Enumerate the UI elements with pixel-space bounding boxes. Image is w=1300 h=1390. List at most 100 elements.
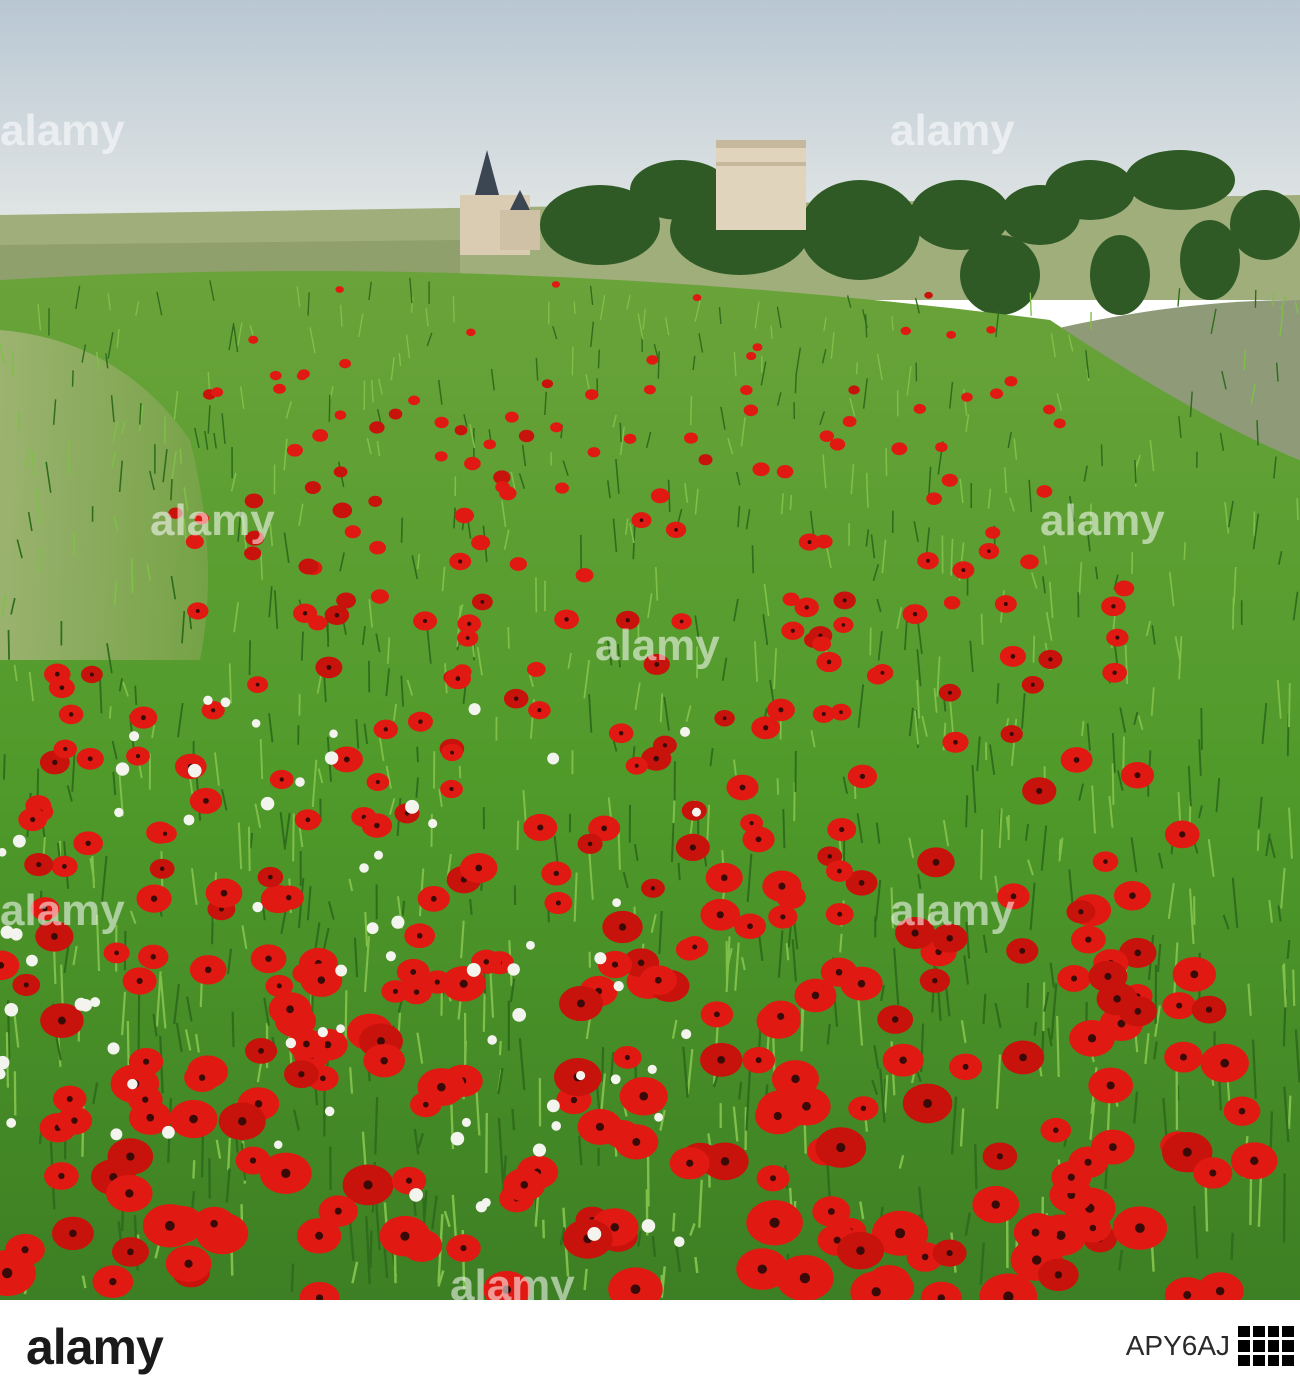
daisy-flower — [641, 1219, 656, 1233]
poppy-center — [601, 825, 608, 832]
poppy-flower — [900, 326, 911, 336]
poppy-center — [778, 882, 786, 890]
poppy-flower — [369, 540, 386, 555]
poppy-center — [142, 1096, 149, 1103]
poppy-center — [220, 889, 228, 897]
poppy-center — [303, 1040, 310, 1048]
poppy-flower — [541, 379, 554, 389]
grass-blade — [1296, 498, 1299, 521]
poppy-center — [449, 786, 454, 792]
grass-blade — [416, 746, 419, 763]
poppy-center — [450, 750, 455, 755]
grass-blade — [1292, 969, 1296, 1007]
image-code: APY6AJ — [1125, 1330, 1230, 1361]
poppy-center — [921, 1253, 929, 1261]
svg-text:alamy: alamy — [0, 886, 125, 935]
daisy-flower — [409, 1188, 423, 1202]
poppy-center — [465, 636, 470, 640]
poppy-center — [1084, 1158, 1092, 1166]
poppy-center — [375, 779, 380, 785]
poppy-center — [624, 1054, 630, 1060]
poppy-center — [860, 1105, 867, 1112]
poppy-center — [577, 999, 585, 1008]
poppy-center — [422, 618, 428, 624]
poppy-center — [618, 731, 624, 736]
poppy-flower — [333, 466, 348, 478]
poppy-center — [380, 1056, 388, 1065]
poppy-center — [1134, 772, 1141, 779]
poppy-flower — [819, 430, 835, 442]
poppy-flower — [526, 661, 546, 677]
poppy-flower — [454, 425, 468, 436]
svg-text:alamy: alamy — [890, 106, 1015, 155]
poppy-flower — [464, 456, 481, 471]
poppy-center — [68, 712, 74, 717]
daisy-flower — [107, 1042, 120, 1055]
grass-blade — [751, 545, 755, 574]
poppy-center — [811, 991, 820, 1000]
grass-blade — [130, 558, 134, 593]
daisy-flower — [475, 1201, 488, 1213]
poppy-center — [1089, 1224, 1097, 1232]
poppy-flower — [941, 473, 958, 487]
grass-blade — [507, 627, 510, 649]
poppy-center — [595, 1122, 605, 1131]
poppy-center — [455, 676, 461, 682]
poppy-center — [150, 895, 158, 902]
daisy-flower — [251, 719, 261, 728]
daisy-flower — [546, 1099, 560, 1113]
grass-blade — [1183, 542, 1187, 560]
daisy-flower — [335, 964, 348, 977]
poppy-flower — [434, 451, 448, 462]
poppy-flower — [776, 465, 794, 479]
poppy-center — [1048, 657, 1053, 662]
poppy-center — [2, 1267, 13, 1279]
poppy-center — [692, 944, 698, 950]
daisy-flower — [220, 697, 231, 708]
poppy-center — [434, 979, 440, 985]
grass-blade — [789, 494, 793, 510]
daisy-flower — [674, 1236, 685, 1248]
poppy-flower — [752, 462, 770, 477]
poppy-center — [513, 696, 519, 701]
grass-blade — [677, 862, 681, 881]
poppy-center — [317, 976, 326, 984]
poppy-center — [871, 1287, 881, 1297]
poppy-center — [413, 989, 420, 995]
grass-blade — [573, 301, 576, 314]
poppy-center — [1054, 1271, 1063, 1279]
poppy-center — [400, 1231, 410, 1241]
poppy-center — [59, 685, 65, 691]
poppy-center — [946, 934, 953, 942]
poppy-center — [791, 1074, 800, 1084]
poppy-center — [639, 518, 644, 522]
daisy-flower — [285, 1037, 297, 1049]
poppy-center — [249, 1157, 257, 1164]
poppy-center — [611, 961, 619, 968]
poppy-center — [416, 932, 423, 939]
poppy-flower — [1020, 554, 1039, 570]
poppy-flower — [575, 568, 594, 583]
poppy-center — [204, 966, 212, 974]
daisy-flower — [576, 1070, 586, 1081]
grass-blade — [108, 706, 112, 719]
poppy-center — [52, 759, 58, 766]
poppy-center — [1238, 1107, 1246, 1115]
grass-blade — [1288, 683, 1291, 728]
poppy-flower — [692, 294, 702, 302]
daisy-flower — [187, 763, 202, 778]
poppy-center — [991, 1200, 1000, 1209]
poppy-center — [720, 874, 728, 882]
poppy-center — [85, 840, 91, 846]
poppy-center — [555, 900, 561, 906]
grass-blade — [231, 1011, 235, 1048]
daisy-flower — [405, 799, 420, 814]
poppy-center — [686, 1159, 694, 1167]
poppy-center — [1215, 1286, 1225, 1296]
poppy-flower — [913, 403, 926, 414]
daisy-flower — [324, 751, 339, 765]
poppy-flower — [740, 385, 753, 396]
poppy-center — [996, 1153, 1004, 1160]
poppy-flower — [334, 410, 347, 420]
grass-blade — [292, 813, 295, 862]
